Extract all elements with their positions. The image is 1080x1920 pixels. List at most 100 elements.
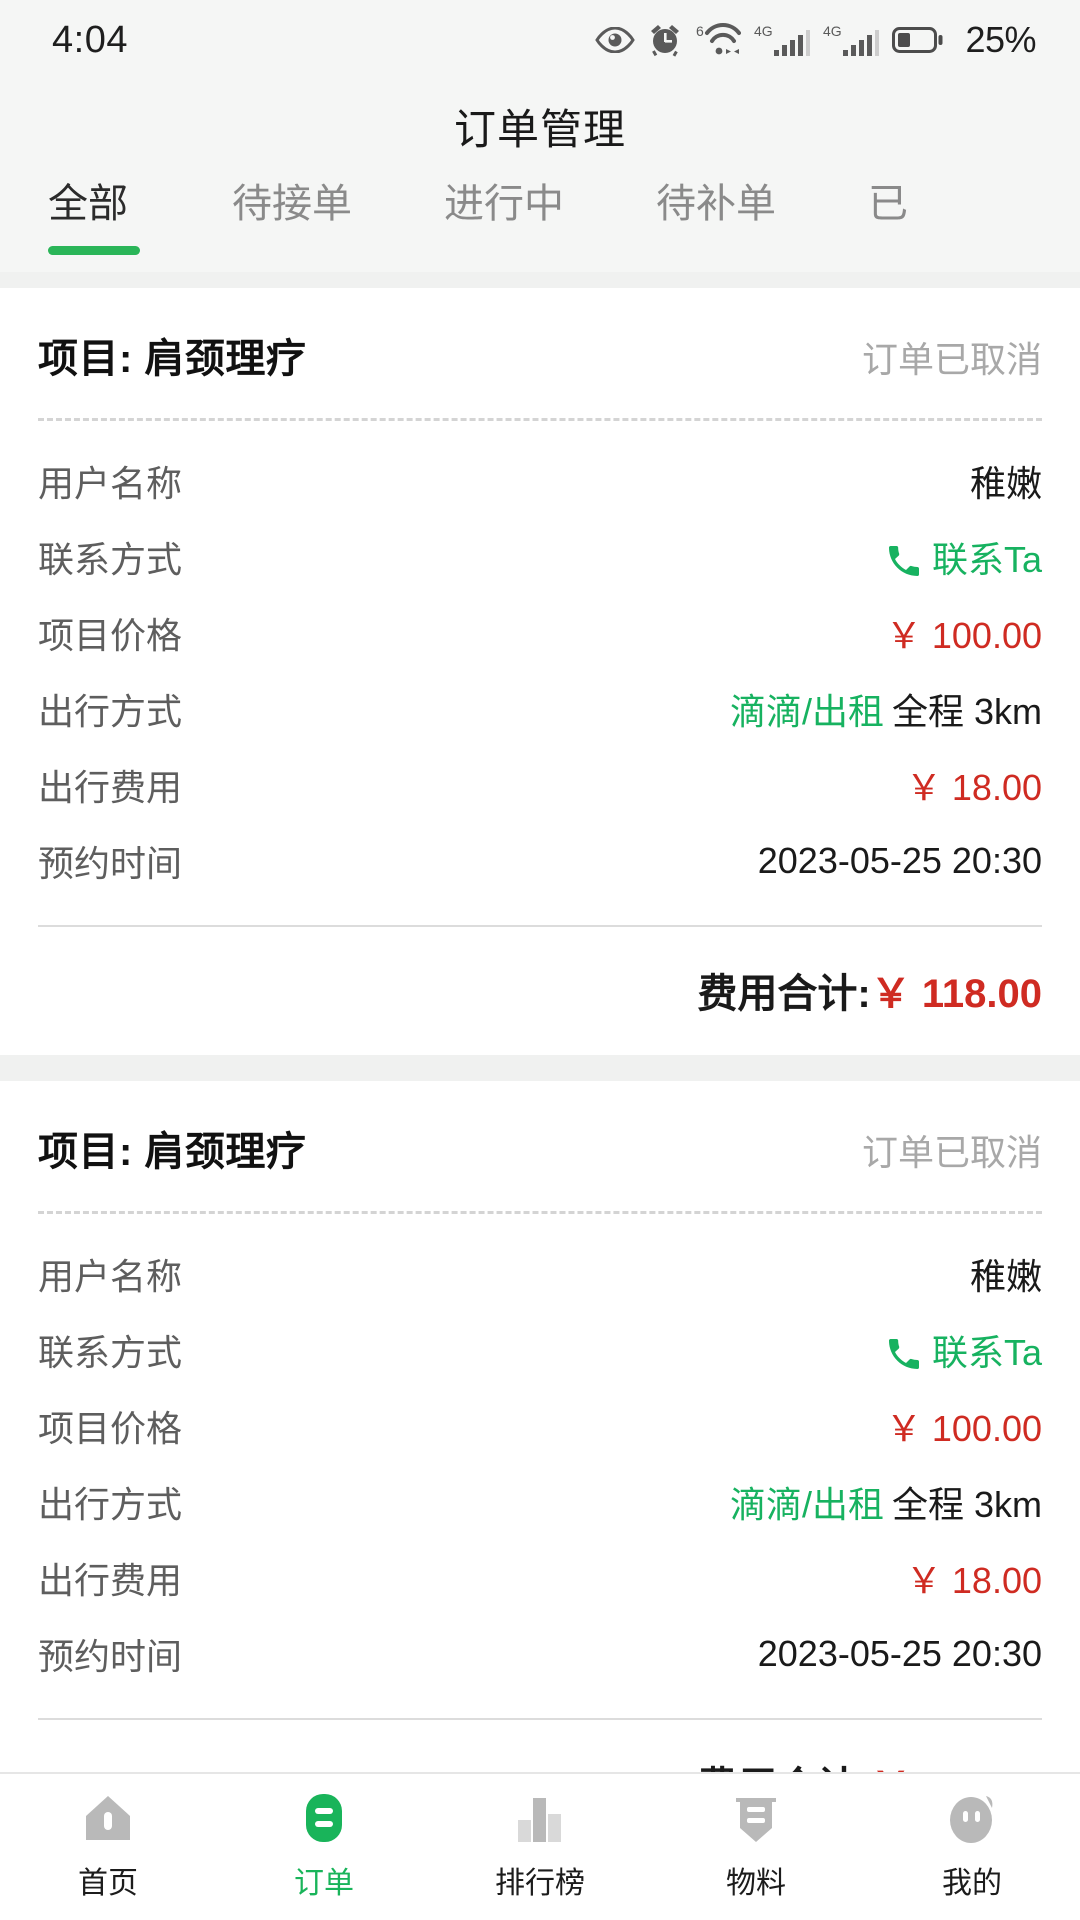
order-total-label: 费用合计:: [697, 972, 871, 1016]
row-value: 2023-05-25 20:30: [757, 1633, 1042, 1674]
row-value-wrap: ￥ 18.00: [906, 1552, 1042, 1604]
row-label: 出行费用: [38, 1560, 183, 1601]
row-label: 用户名称: [38, 1256, 183, 1297]
tab-label: 进行中: [444, 182, 564, 226]
signal-4g-icon: 4G: [754, 23, 811, 57]
order-detail-row: 用户名称 稚嫩: [38, 443, 1042, 519]
nav-item-2[interactable]: 排行榜: [432, 1788, 648, 1902]
status-bar: 4:04 6 4G 4G 25%: [0, 0, 1080, 80]
row-value: 稚嫩: [969, 463, 1042, 504]
order-total-label: 费用合计:: [697, 1754, 870, 1772]
tabs-divider: [0, 272, 1080, 288]
row-value-wrap: 稚嫩: [970, 1248, 1042, 1300]
bottom-navigation: 首页 订单 排行榜 物料 我的: [0, 1772, 1080, 1920]
order-detail-row: 出行方式 滴滴/出租 全程 3km: [38, 1464, 1042, 1540]
battery-percentage: 25%: [965, 19, 1036, 60]
svg-text:4G: 4G: [754, 23, 773, 39]
order-status-badge: 订单已取消: [861, 339, 1042, 380]
row-label: 预约时间: [38, 843, 183, 884]
status-bar-icons: 6 4G 4G 25%: [595, 19, 1036, 61]
row-value-wrap: 2023-05-25 20:30: [758, 1633, 1042, 1675]
order-detail-row: 预约时间 2023-05-25 20:30: [38, 823, 1042, 899]
row-label: 用户名称: [38, 463, 183, 504]
order-detail-rows: 用户名称 稚嫩联系方式 联系Ta 项目价格 ￥ 100.00 出行方式 滴滴/出租 全程 3k…: [38, 421, 1042, 905]
nav-item-label: 首页: [78, 1867, 138, 1900]
row-value-secondary: 全程 3km: [891, 1484, 1042, 1525]
order-status-badge: 订单已取消: [861, 1132, 1042, 1173]
order-detail-row: 用户名称 稚嫩: [38, 1236, 1042, 1312]
row-value-wrap: 2023-05-25 20:30: [758, 840, 1042, 882]
row-label: 出行费用: [38, 767, 183, 808]
tab-0[interactable]: 全部: [48, 172, 140, 255]
nav-item-0[interactable]: 首页: [0, 1788, 216, 1902]
order-detail-row: 出行方式 滴滴/出租 全程 3km: [38, 671, 1042, 747]
row-value: ￥ 100.00: [885, 1408, 1042, 1449]
page-header: 订单管理: [0, 80, 1080, 172]
tab-3[interactable]: 待补单: [656, 172, 776, 228]
nav-item-label: 订单: [294, 1867, 354, 1900]
tab-label: 待接单: [232, 182, 352, 226]
svg-text:6: 6: [696, 23, 704, 39]
row-label: 联系方式: [38, 539, 183, 580]
row-label: 出行方式: [38, 1484, 183, 1525]
row-value-primary: 滴滴/出租: [729, 691, 884, 732]
row-value: 联系Ta: [931, 539, 1042, 580]
tab-2[interactable]: 进行中: [444, 172, 564, 228]
nav-item-4[interactable]: 我的: [864, 1788, 1080, 1902]
page-title: 订单管理: [453, 105, 626, 153]
material-icon: [726, 1788, 786, 1848]
row-label: 项目价格: [38, 1408, 183, 1449]
row-value: 稚嫩: [969, 1256, 1042, 1297]
order-detail-row: 出行费用 ￥ 18.00: [38, 1540, 1042, 1616]
row-value-wrap: ￥ 100.00: [886, 1400, 1042, 1452]
tab-4[interactable]: 已: [868, 172, 908, 228]
row-label: 项目价格: [38, 615, 183, 656]
svg-text:4G: 4G: [823, 23, 842, 39]
home-icon: [78, 1788, 138, 1848]
row-value-wrap: ￥ 100.00: [886, 607, 1042, 659]
order-card[interactable]: 项目: 肩颈理疗 订单已取消用户名称 稚嫩联系方式 联系Ta 项目价格 ￥ 100.00 出…: [0, 1081, 1080, 1772]
order-detail-rows: 用户名称 稚嫩联系方式 联系Ta 项目价格 ￥ 100.00 出行方式 滴滴/出租 全程 3k…: [38, 1214, 1042, 1698]
tab-active-indicator: [48, 246, 140, 255]
order-project-title: 项目: 肩颈理疗: [38, 1130, 307, 1174]
order-card-header: 项目: 肩颈理疗 订单已取消: [38, 1081, 1042, 1211]
tab-label: 全部: [48, 182, 128, 226]
nav-item-label: 排行榜: [495, 1867, 585, 1900]
alarm-clock-icon: [648, 23, 682, 57]
profile-icon: [942, 1788, 1002, 1848]
order-detail-row: 项目价格 ￥ 100.00: [38, 1388, 1042, 1464]
row-label: 出行方式: [38, 691, 183, 732]
phone-icon: [884, 1334, 924, 1374]
battery-icon: [892, 25, 944, 55]
order-detail-row: 出行费用 ￥ 18.00: [38, 747, 1042, 823]
signal-4g-icon-2: 4G: [823, 23, 880, 57]
row-value: ￥ 100.00: [885, 615, 1042, 656]
nav-item-1[interactable]: 订单: [216, 1788, 432, 1902]
row-value-secondary: 全程 3km: [891, 691, 1042, 732]
ranking-icon: [510, 1788, 570, 1848]
order-detail-row: 预约时间 2023-05-25 20:30: [38, 1616, 1042, 1692]
order-list: 项目: 肩颈理疗 订单已取消 用户名称 稚嫩 联系方式 联系Ta 项目价格 ￥ 100.00 出…: [0, 288, 1080, 1772]
nav-item-3[interactable]: 物料: [648, 1788, 864, 1902]
row-value-wrap: 滴滴/出租 全程 3km: [730, 1476, 1042, 1528]
order-detail-row: 项目价格 ￥ 100.00: [38, 595, 1042, 671]
row-value-primary: 滴滴/出租: [729, 1484, 884, 1525]
row-label: 联系方式: [38, 1332, 183, 1373]
order-total-row: 费用合计:￥ 118.00: [38, 927, 1042, 1055]
row-value: ￥ 18.00: [905, 767, 1042, 808]
order-total-value: ￥ 118.00: [871, 1754, 1042, 1772]
order-card[interactable]: 项目: 肩颈理疗 订单已取消 用户名称 稚嫩 联系方式 联系Ta 项目价格 ￥ 100.00 出…: [0, 288, 1080, 1055]
row-value: ￥ 18.00: [905, 1560, 1042, 1601]
eye-icon: [595, 27, 636, 53]
order-detail-row[interactable]: 联系方式 联系Ta: [38, 519, 1042, 595]
row-value-wrap: 联系Ta: [884, 1324, 1042, 1376]
tab-label: 待补单: [656, 182, 776, 226]
app-screen: 4:04 6 4G 4G 25% 订单管理 全部 待接单 进行中 待补单 已 项…: [0, 0, 1080, 1920]
phone-icon: [884, 541, 924, 581]
row-value: 联系Ta: [931, 1332, 1042, 1373]
order-status-tabs[interactable]: 全部 待接单 进行中 待补单 已: [0, 172, 1080, 272]
tab-1[interactable]: 待接单: [232, 172, 352, 228]
order-detail-row[interactable]: 联系方式 联系Ta: [38, 1312, 1042, 1388]
wifi6-icon: 6: [695, 23, 742, 57]
row-value: 2023-05-25 20:30: [757, 840, 1042, 881]
